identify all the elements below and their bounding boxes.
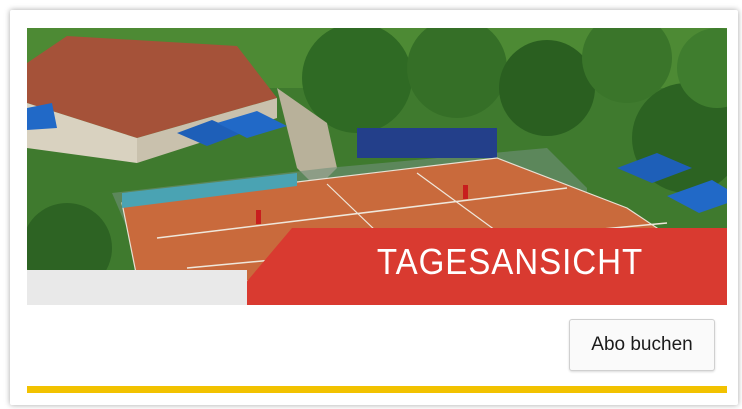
package-card: TAGESANSICHT Abo buchen [10,10,738,405]
banner-title: TAGESANSICHT [376,241,644,282]
abo-buchen-button[interactable]: Abo buchen [569,319,715,371]
accent-divider [27,386,727,393]
